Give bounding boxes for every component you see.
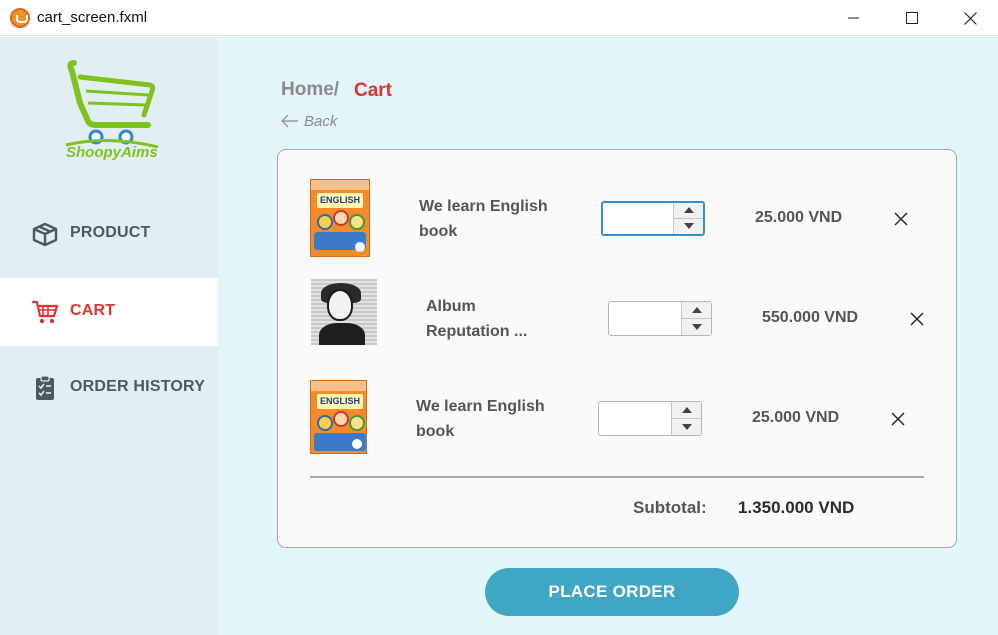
box-icon xyxy=(32,222,58,247)
close-icon xyxy=(963,11,977,25)
sidebar-item-cart[interactable]: CART xyxy=(0,278,218,346)
logo-text: ShoopyAims xyxy=(66,144,158,161)
item-name-line1: We learn English xyxy=(416,398,545,415)
app-icon xyxy=(10,8,30,28)
divider xyxy=(310,476,924,478)
subtotal-value: 1.350.000 VND xyxy=(738,498,855,517)
sidebar-item-product[interactable]: PRODUCT xyxy=(0,200,218,268)
quantity-spinner[interactable] xyxy=(608,301,712,336)
maximize-button[interactable] xyxy=(884,0,940,36)
quantity-input[interactable] xyxy=(599,402,673,435)
book-cover-thumbnail: ENGLISH xyxy=(310,179,370,257)
item-name-line2: book xyxy=(416,423,455,440)
shopping-cart-icon xyxy=(31,300,59,324)
item-name-line1: Album xyxy=(426,298,476,315)
maximize-icon xyxy=(906,12,918,24)
item-price: 25.000 VND xyxy=(752,409,840,426)
clipboard-icon xyxy=(36,375,54,400)
item-name-line2: book xyxy=(419,223,458,240)
quantity-spinner[interactable] xyxy=(598,401,702,436)
breadcrumb-home[interactable]: Home/ xyxy=(281,79,339,101)
cart-item-row: ENGLISH We learn English book 25.000 VND xyxy=(278,380,958,460)
item-price: 25.000 VND xyxy=(755,209,843,226)
arrow-down-icon xyxy=(691,323,702,330)
sidebar-item-label: ORDER HISTORY xyxy=(70,378,206,395)
item-price: 550.000 VND xyxy=(762,309,859,326)
arrow-up-icon xyxy=(691,306,702,313)
window-titlebar: cart_screen.fxml xyxy=(0,0,998,36)
sidebar-item-label: CART xyxy=(70,302,116,319)
back-link[interactable]: Back xyxy=(281,111,337,131)
item-name: Album Reputation ... xyxy=(426,294,576,344)
album-cover-thumbnail xyxy=(311,279,377,345)
cart-item-row: Album Reputation ... 550.000 VND xyxy=(278,279,958,359)
arrow-left-icon xyxy=(281,114,298,128)
window-title: cart_screen.fxml xyxy=(37,9,148,26)
subtotal-label: Subtotal: xyxy=(633,498,707,517)
item-name-line1: We learn English xyxy=(419,198,548,215)
increment-button[interactable] xyxy=(672,402,701,419)
quantity-input[interactable] xyxy=(603,203,677,234)
cart-item-row: ENGLISH We learn English book 25.000 VND xyxy=(278,179,958,259)
item-name: We learn English book xyxy=(416,394,566,444)
breadcrumb-current: Cart xyxy=(354,80,393,101)
arrow-up-icon xyxy=(681,406,692,413)
increment-button[interactable] xyxy=(682,302,711,319)
place-order-button[interactable]: PLACE ORDER xyxy=(485,568,739,616)
minimize-button[interactable] xyxy=(826,0,882,36)
arrow-down-icon xyxy=(683,223,694,230)
item-name-line2: Reputation ... xyxy=(426,323,528,340)
close-window-button[interactable] xyxy=(942,0,998,36)
remove-item-icon[interactable] xyxy=(893,211,909,227)
remove-item-icon[interactable] xyxy=(909,311,925,327)
book-cover-thumbnail: ENGLISH xyxy=(310,380,367,454)
sidebar-item-label: PRODUCT xyxy=(70,224,151,241)
decrement-button[interactable] xyxy=(672,419,701,436)
minimize-icon xyxy=(848,17,859,19)
quantity-input[interactable] xyxy=(609,302,683,335)
quantity-spinner[interactable] xyxy=(601,201,705,236)
arrow-up-icon xyxy=(683,207,694,214)
sidebar-item-order-history[interactable]: ORDER HISTORY xyxy=(0,354,218,422)
main-content: Home/ Cart Back ENGLISH We learn English… xyxy=(218,37,998,635)
remove-item-icon[interactable] xyxy=(890,411,906,427)
spinner-buttons xyxy=(681,302,711,335)
arrow-down-icon xyxy=(681,423,692,430)
increment-button[interactable] xyxy=(674,203,703,219)
back-label: Back xyxy=(304,112,338,130)
decrement-button[interactable] xyxy=(674,219,703,235)
spinner-buttons xyxy=(671,402,701,435)
sidebar: ShoopyAims PRODUCT CART ORDER HISTORY xyxy=(0,37,218,635)
item-name: We learn English book xyxy=(419,194,569,244)
cart-list: ENGLISH We learn English book 25.000 VND xyxy=(277,149,957,548)
decrement-button[interactable] xyxy=(682,319,711,336)
spinner-buttons xyxy=(673,203,703,234)
